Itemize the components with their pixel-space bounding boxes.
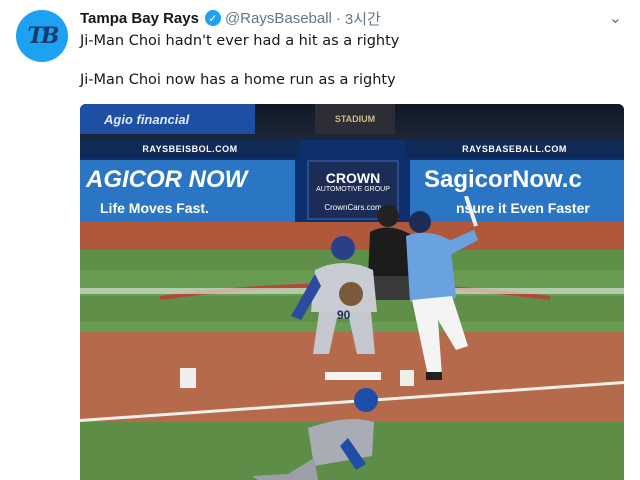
- tweet-video[interactable]: Agio financial STADIUM RAYSBEISBOL.COM R…: [80, 104, 624, 480]
- batter-figure: [406, 195, 478, 380]
- ad-center-title: CROWN: [325, 170, 381, 186]
- ribbon-right: RAYSBASEBALL.COM: [405, 140, 624, 158]
- verified-badge-icon: ✓: [204, 10, 221, 26]
- board-top-center: STADIUM: [315, 104, 395, 134]
- ad-left-main: AGICOR NOW: [86, 166, 248, 193]
- tweet-header: Tampa Bay Rays ✓ @RaysBaseball · 3시간: [80, 8, 381, 28]
- team-logo: TB: [27, 23, 60, 49]
- home-plate: [325, 372, 381, 380]
- chevron-down-icon[interactable]: ⌄: [609, 8, 622, 28]
- catcher: 90: [285, 234, 395, 369]
- catcher-number: 90: [337, 308, 351, 322]
- avatar[interactable]: TB: [16, 10, 68, 62]
- batter: [398, 195, 518, 391]
- catcher-figure: [291, 236, 377, 354]
- separator-dot: ·: [335, 9, 341, 27]
- pitcher-figure: [252, 388, 378, 480]
- ad-board-left: AGICOR NOW Life Moves Fast.: [80, 160, 295, 222]
- board-top-left: Agio financial: [80, 104, 255, 134]
- tweet-text-line-2: Ji-Man Choi now has a home run as a righ…: [80, 72, 396, 88]
- tweet-text-line-1: Ji-Man Choi hadn't ever had a hit as a r…: [80, 33, 400, 49]
- ad-left-sub: Life Moves Fast.: [100, 200, 209, 216]
- tweet-card[interactable]: TB Tampa Bay Rays ✓ @RaysBaseball · 3시간 …: [0, 0, 640, 480]
- account-handle[interactable]: @RaysBaseball: [225, 10, 332, 27]
- pitcher: [248, 388, 398, 480]
- ad-right-main: SagicorNow.c: [424, 166, 582, 193]
- account-name[interactable]: Tampa Bay Rays: [80, 10, 199, 27]
- batter-box-line: [180, 368, 196, 388]
- ad-center-sub: AUTOMOTIVE GROUP: [316, 186, 390, 193]
- tweet-timestamp[interactable]: 3시간: [345, 8, 381, 29]
- ribbon-left: RAYSBEISBOL.COM: [80, 140, 300, 158]
